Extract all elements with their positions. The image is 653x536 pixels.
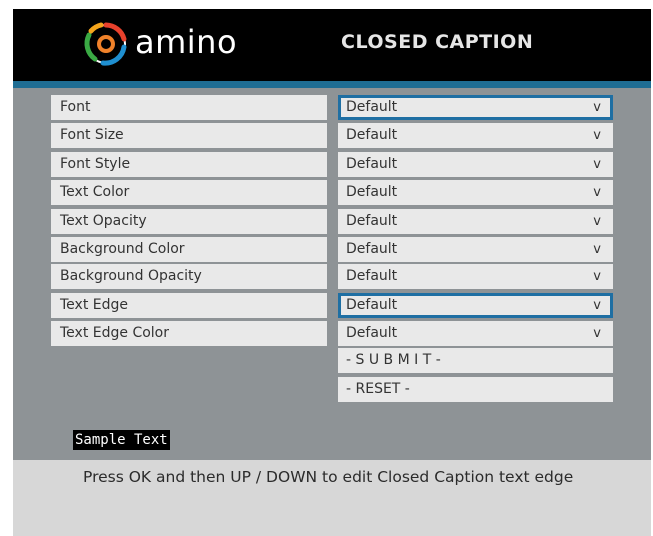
setting-value: Default [346,156,398,172]
setting-label: Font Style [51,152,327,177]
setting-value: Default [346,99,398,115]
header-divider [13,81,651,88]
instructions-bar: Press OK and then UP / DOWN to edit Clos… [13,460,651,536]
setting-dropdown[interactable]: Default v [338,123,613,148]
chevron-down-icon: v [593,128,601,143]
instructions-text: Press OK and then UP / DOWN to edit Clos… [83,468,574,486]
setting-dropdown[interactable]: Default v [338,321,613,346]
chevron-down-icon: v [593,100,601,115]
setting-label: Font Size [51,123,327,148]
caption-sample-preview: Sample Text [73,430,170,450]
setting-label: Background Opacity [51,264,327,289]
header-bar: amino CLOSED CAPTION [13,9,651,81]
setting-label: Background Color [51,237,327,262]
setting-dropdown[interactable]: Default v [338,95,613,120]
setting-dropdown[interactable]: Default v [338,293,613,318]
setting-label: Font [51,95,327,120]
submit-button[interactable]: - S U B M I T - [338,348,613,373]
setting-value: Default [346,213,398,229]
amino-swirl-icon [84,22,127,66]
setting-value: Default [346,184,398,200]
chevron-down-icon: v [593,157,601,172]
setting-value: Default [346,325,398,341]
setting-value: Default [346,268,398,284]
setting-dropdown[interactable]: Default v [338,180,613,205]
chevron-down-icon: v [593,185,601,200]
chevron-down-icon: v [593,242,601,257]
brand-name: amino [135,23,238,61]
setting-label: Text Color [51,180,327,205]
chevron-down-icon: v [593,298,601,313]
setting-label: Text Edge Color [51,321,327,346]
setting-value: Default [346,241,398,257]
setting-label: Text Opacity [51,209,327,234]
brand-logo: amino [83,21,253,71]
reset-button[interactable]: - RESET - [338,377,613,402]
setting-value: Default [346,297,398,313]
setting-dropdown[interactable]: Default v [338,209,613,234]
setting-dropdown[interactable]: Default v [338,264,613,289]
setting-dropdown[interactable]: Default v [338,237,613,262]
setting-dropdown[interactable]: Default v [338,152,613,177]
chevron-down-icon: v [593,214,601,229]
closed-caption-screen: amino CLOSED CAPTION Font Default v Font Si… [13,9,651,536]
setting-value: Default [346,127,398,143]
chevron-down-icon: v [593,269,601,284]
chevron-down-icon: v [593,326,601,341]
page-title: CLOSED CAPTION [341,31,534,53]
setting-label: Text Edge [51,293,327,318]
